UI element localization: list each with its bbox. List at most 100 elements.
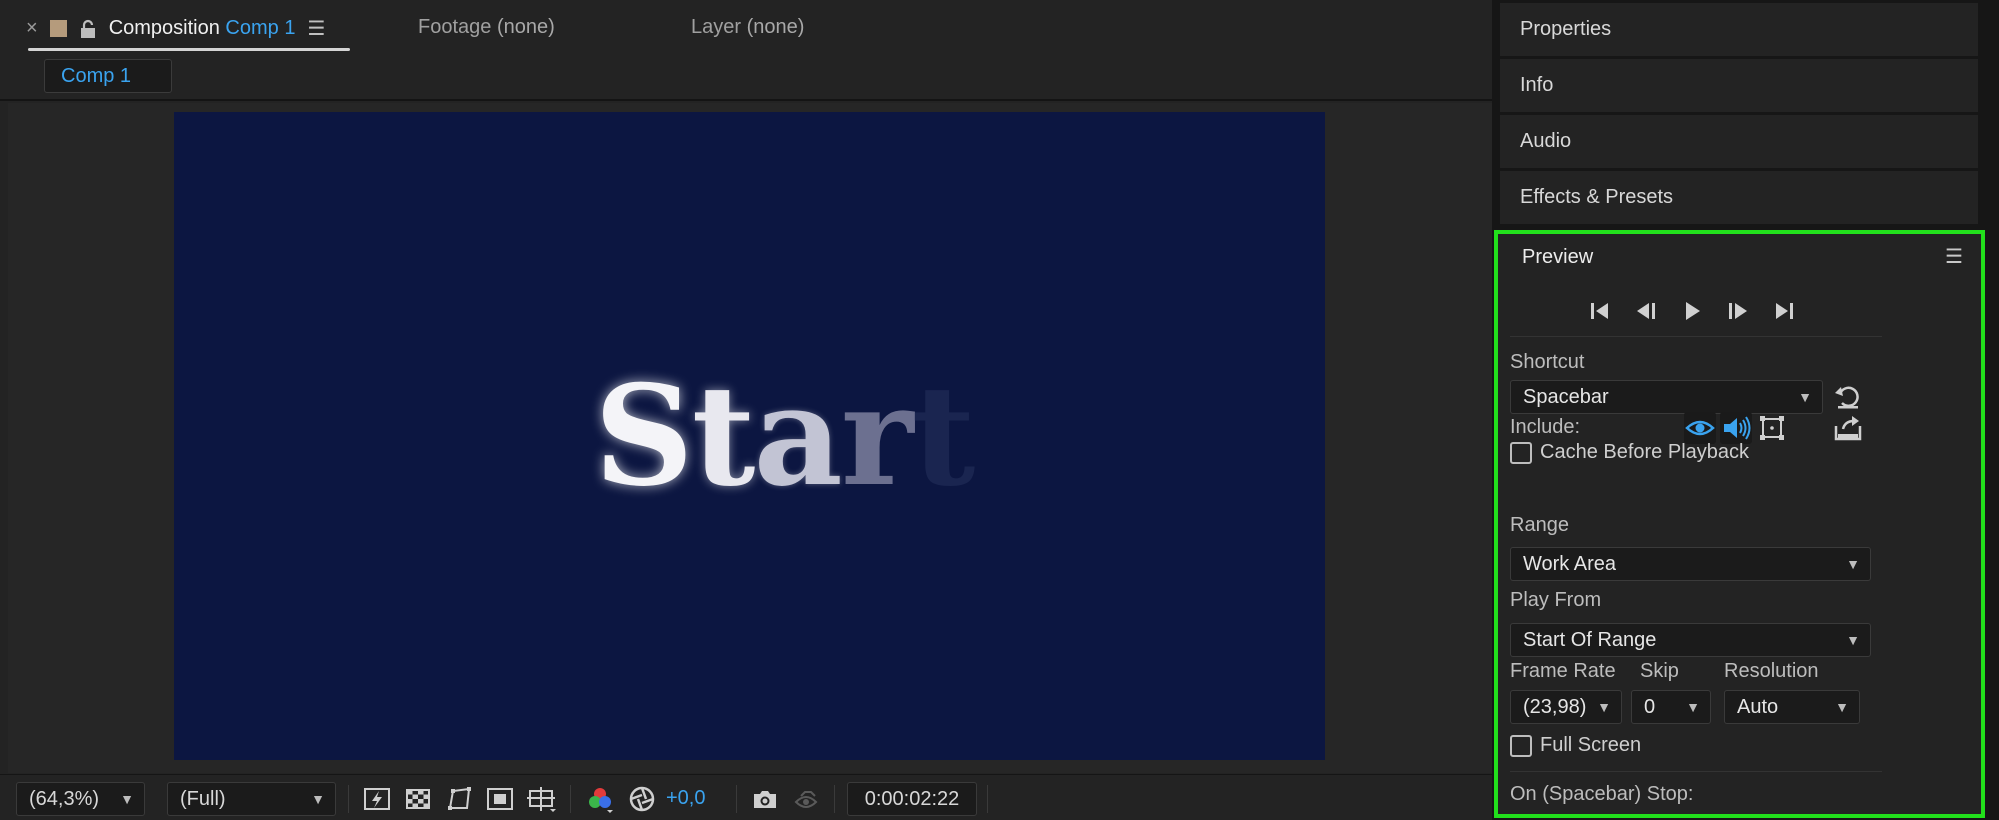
composition-toolbar: (64,3%) ▼ (Full) ▼ +0,0 0:00:02:22: [0, 774, 1492, 820]
tab-composition-label: Composition: [108, 17, 220, 39]
toolbar-separator: [736, 785, 737, 813]
next-frame-icon[interactable]: [1722, 296, 1754, 326]
lock-icon[interactable]: [79, 19, 97, 39]
audio-panel-header[interactable]: Audio: [1500, 115, 1978, 168]
frame-rate-dropdown[interactable]: (23,98) ▼: [1510, 690, 1622, 724]
stop-label: On (Spacebar) Stop:: [1510, 783, 1694, 805]
preview-resolution-dropdown[interactable]: Auto ▼: [1724, 690, 1860, 724]
tab-layer[interactable]: Layer (none): [691, 16, 804, 39]
preview-panel: Preview ☰ Shortcut Spacebar ▼ Include: C…: [1494, 230, 1985, 818]
comp-color-swatch-icon: [49, 20, 67, 37]
canvas-letter: t: [691, 354, 756, 517]
panel-tab-bar: × Composition Comp 1 ☰ Footage (none) La…: [0, 0, 1492, 55]
panel-menu-icon[interactable]: ☰: [307, 16, 325, 41]
magnification-dropdown[interactable]: (64,3%) ▼: [16, 782, 145, 816]
tab-layer-label: Layer: [691, 16, 742, 38]
effects-presets-panel-header[interactable]: Effects & Presets: [1500, 171, 1978, 224]
last-frame-icon[interactable]: [1768, 296, 1800, 326]
chevron-down-icon: ▼: [1835, 699, 1849, 715]
full-screen-label: Full Screen: [1540, 734, 1642, 756]
tab-footage-label: Footage: [418, 16, 492, 38]
include-video-eye-icon[interactable]: [1684, 412, 1716, 444]
reset-exposure-icon[interactable]: [627, 784, 657, 814]
play-from-dropdown[interactable]: Start Of Range ▼: [1510, 623, 1871, 657]
first-frame-icon[interactable]: [1584, 296, 1616, 326]
reset-shortcut-icon[interactable]: [1832, 381, 1864, 413]
include-label: Include:: [1510, 416, 1581, 438]
close-tab-icon[interactable]: ×: [26, 17, 38, 40]
canvas-letter: S: [594, 354, 694, 517]
cache-before-playback-row[interactable]: Cache Before Playback: [1510, 441, 1749, 464]
fast-previews-icon[interactable]: [362, 784, 392, 814]
shortcut-label: Shortcut: [1510, 351, 1585, 373]
exposure-value[interactable]: +0,0: [666, 787, 705, 810]
chevron-down-icon: ▼: [1798, 389, 1812, 405]
canvas-letter: r: [840, 354, 914, 517]
composition-panel: × Composition Comp 1 ☰ Footage (none) La…: [0, 0, 1492, 820]
play-from-label: Play From: [1510, 589, 1602, 611]
channels-icon[interactable]: [585, 784, 615, 814]
tab-footage[interactable]: Footage (none): [418, 16, 555, 39]
divider: [1510, 336, 1882, 337]
breadcrumb-comp-chip[interactable]: Comp 1: [44, 59, 172, 93]
cache-before-playback-label: Cache Before Playback: [1540, 441, 1750, 463]
canvas-letter: t: [911, 354, 976, 517]
resolution-dropdown[interactable]: (Full) ▼: [167, 782, 336, 816]
tab-comp-name: Comp 1: [225, 17, 296, 39]
resolution-value: (Full): [180, 788, 226, 810]
skip-dropdown[interactable]: 0 ▼: [1631, 690, 1711, 724]
show-snapshot-icon[interactable]: [791, 784, 821, 814]
range-dropdown[interactable]: Work Area ▼: [1510, 547, 1871, 581]
chevron-down-icon: ▼: [1846, 632, 1860, 648]
transparency-grid-icon[interactable]: [403, 784, 433, 814]
previous-frame-icon[interactable]: [1630, 296, 1662, 326]
preview-panel-title[interactable]: Preview: [1522, 246, 1593, 269]
info-panel-header[interactable]: Info: [1500, 59, 1978, 112]
skip-label: Skip: [1640, 660, 1679, 682]
shortcut-dropdown[interactable]: Spacebar ▼: [1510, 380, 1823, 414]
play-from-value: Start Of Range: [1523, 629, 1657, 651]
current-time-display[interactable]: 0:00:02:22: [847, 782, 977, 816]
cache-before-playback-checkbox[interactable]: [1510, 441, 1532, 464]
region-of-interest-icon[interactable]: [485, 784, 515, 814]
magnification-value: (64,3%): [29, 788, 100, 810]
preview-resolution-value: Auto: [1737, 696, 1779, 718]
full-screen-row[interactable]: Full Screen: [1510, 734, 1641, 757]
toolbar-separator: [987, 785, 988, 813]
play-icon[interactable]: [1676, 296, 1708, 326]
tab-layer-value: (none): [746, 16, 805, 38]
composition-canvas[interactable]: Start: [174, 112, 1325, 760]
frame-rate-label: Frame Rate: [1510, 660, 1616, 682]
composition-breadcrumb-bar: Comp 1: [0, 56, 1492, 101]
full-screen-checkbox[interactable]: [1510, 734, 1532, 757]
camera-snapshot-icon[interactable]: [750, 784, 780, 814]
grid-guides-icon[interactable]: [526, 784, 556, 814]
mask-path-visibility-icon[interactable]: [444, 784, 474, 814]
transport-controls: [1584, 296, 1800, 326]
frame-rate-value: (23,98): [1523, 696, 1587, 718]
chevron-down-icon: ▼: [1597, 699, 1611, 715]
include-overlays-icon[interactable]: [1756, 412, 1788, 444]
chevron-down-icon: ▼: [311, 791, 325, 807]
chevron-down-icon: ▼: [120, 791, 134, 807]
active-tab-indicator: [28, 48, 350, 51]
chevron-down-icon: ▼: [1846, 556, 1860, 572]
divider: [1510, 771, 1882, 772]
resolution-label: Resolution: [1724, 660, 1819, 682]
include-audio-speaker-icon[interactable]: [1720, 412, 1752, 444]
tab-composition[interactable]: × Composition Comp 1 ☰: [26, 16, 325, 41]
canvas-text-layer: Start: [594, 354, 976, 517]
canvas-letter: a: [753, 354, 842, 517]
shortcut-value: Spacebar: [1523, 386, 1609, 408]
range-label: Range: [1510, 514, 1569, 536]
range-value: Work Area: [1523, 553, 1616, 575]
composition-viewer[interactable]: Start: [8, 103, 1492, 773]
preview-panel-menu-icon[interactable]: ☰: [1945, 244, 1963, 269]
chevron-down-icon: ▼: [1686, 699, 1700, 715]
export-output-icon[interactable]: [1832, 412, 1864, 444]
properties-panel-header[interactable]: Properties: [1500, 3, 1978, 56]
toolbar-separator: [570, 785, 571, 813]
tab-footage-value: (none): [496, 16, 555, 38]
toolbar-separator: [348, 785, 349, 813]
toolbar-separator: [834, 785, 835, 813]
